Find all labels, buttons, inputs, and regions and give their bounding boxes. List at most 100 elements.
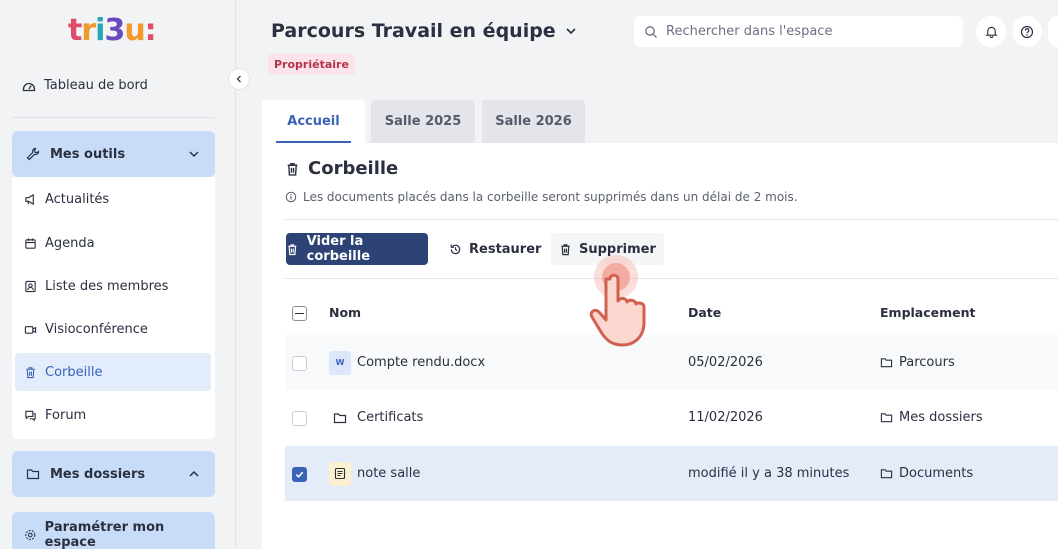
chevron-down-icon bbox=[566, 28, 576, 35]
notifications-button[interactable] bbox=[976, 16, 1006, 47]
folder-icon bbox=[880, 413, 893, 423]
location-name: Mes dossiers bbox=[899, 410, 983, 425]
table-row[interactable]: W Compte rendu.docx 05/02/2026 Parcours bbox=[285, 335, 1058, 390]
sidebar-item-label: Corbeille bbox=[45, 364, 103, 380]
search-icon bbox=[645, 25, 657, 38]
tribu-logo[interactable]: tri3u: bbox=[68, 16, 157, 46]
date-cell: 05/02/2026 bbox=[688, 355, 763, 370]
sidebar-item-video[interactable]: Visioconférence bbox=[12, 310, 215, 348]
location-name: Parcours bbox=[899, 355, 955, 370]
word-file-icon: W bbox=[329, 350, 351, 375]
file-name-cell: Certificats bbox=[329, 390, 423, 445]
search-box[interactable] bbox=[634, 16, 963, 47]
column-header-location[interactable]: Emplacement bbox=[880, 305, 976, 320]
sidebar-section-tools[interactable]: Mes outils bbox=[12, 131, 215, 177]
tab-room-2025[interactable]: Salle 2025 bbox=[371, 100, 475, 143]
folder-icon bbox=[26, 469, 40, 480]
sidebar-item-label: Visioconférence bbox=[45, 321, 148, 337]
column-header-name[interactable]: Nom bbox=[329, 305, 361, 320]
column-header-date[interactable]: Date bbox=[688, 305, 721, 320]
tab-home[interactable]: Accueil bbox=[262, 100, 365, 143]
sidebar-item-news[interactable]: Actualités bbox=[12, 180, 215, 218]
sidebar-divider bbox=[12, 117, 214, 118]
sidebar-item-label: Agenda bbox=[45, 235, 95, 251]
trash-title: Corbeille bbox=[285, 158, 398, 179]
sidebar: tri3u: Tableau de bord Mes outils Actual… bbox=[0, 0, 236, 549]
help-icon bbox=[1020, 25, 1034, 38]
members-icon bbox=[25, 280, 36, 292]
trash-icon bbox=[288, 243, 297, 255]
location-cell: Documents bbox=[880, 446, 973, 501]
sidebar-section-label: Mes outils bbox=[50, 146, 126, 162]
divider bbox=[285, 278, 1058, 279]
space-title: Parcours Travail en équipe bbox=[271, 20, 556, 42]
file-name-cell: note salle bbox=[329, 446, 420, 501]
megaphone-icon bbox=[25, 193, 34, 205]
row-checkbox[interactable] bbox=[292, 356, 307, 371]
file-name: Certificats bbox=[357, 410, 424, 425]
check-icon bbox=[295, 471, 304, 478]
row-checkbox[interactable] bbox=[292, 467, 307, 482]
sidebar-section-label: Mes dossiers bbox=[50, 466, 146, 482]
sidebar-item-label: Liste des membres bbox=[45, 278, 169, 294]
folder-icon bbox=[329, 406, 351, 430]
hand-cursor-icon bbox=[589, 255, 646, 347]
user-menu-button[interactable] bbox=[1048, 16, 1058, 47]
role-badge: Propriétaire bbox=[268, 54, 355, 75]
indeterminate-mark bbox=[295, 312, 304, 315]
file-type-label: W bbox=[335, 358, 345, 367]
location-cell: Mes dossiers bbox=[880, 390, 983, 445]
sidebar-item-members[interactable]: Liste des membres bbox=[12, 267, 215, 305]
video-icon bbox=[24, 325, 37, 334]
trash-icon bbox=[287, 162, 298, 176]
trash-icon bbox=[26, 366, 35, 378]
date-cell: modifié il y a 38 minutes bbox=[688, 466, 850, 481]
location-name: Documents bbox=[899, 466, 974, 481]
sidebar-item-label: Tableau de bord bbox=[44, 78, 148, 93]
table-row[interactable]: Certificats 11/02/2026 Mes dossiers bbox=[285, 390, 1058, 445]
trash-info: Les documents placés dans la corbeille s… bbox=[285, 190, 798, 204]
sidebar-item-label: Forum bbox=[45, 407, 87, 423]
restore-button[interactable]: Restaurer bbox=[441, 233, 549, 265]
help-button[interactable] bbox=[1012, 16, 1042, 47]
trash-info-text: Les documents placés dans la corbeille s… bbox=[303, 190, 798, 204]
chevron-left-icon bbox=[236, 75, 241, 83]
file-name-cell: W Compte rendu.docx bbox=[329, 335, 485, 390]
trash-title-text: Corbeille bbox=[308, 158, 399, 179]
sidebar-item-trash[interactable]: Corbeille bbox=[15, 353, 211, 391]
restore-label: Restaurer bbox=[469, 241, 542, 257]
search-input[interactable] bbox=[666, 24, 946, 39]
restore-icon bbox=[450, 244, 461, 254]
tab-room-2026[interactable]: Salle 2026 bbox=[482, 100, 585, 143]
sidebar-settings-label: Paramétrer mon espace bbox=[44, 520, 165, 549]
select-all-checkbox[interactable] bbox=[292, 306, 307, 321]
chevron-down-icon[interactable] bbox=[187, 147, 201, 161]
page-title[interactable]: Parcours Travail en équipe bbox=[271, 20, 578, 42]
empty-trash-button[interactable]: Vider la corbeille bbox=[286, 233, 428, 265]
info-icon bbox=[285, 191, 297, 203]
chevron-up-icon[interactable] bbox=[187, 467, 201, 481]
gear-icon bbox=[25, 529, 36, 541]
tools-list: Actualités Agenda Liste des membres Visi… bbox=[12, 177, 215, 439]
sidebar-section-folders[interactable]: Mes dossiers bbox=[12, 451, 215, 497]
forum-icon bbox=[25, 410, 36, 421]
sidebar-item-label: Actualités bbox=[45, 191, 110, 207]
calendar-icon bbox=[25, 237, 36, 249]
row-checkbox[interactable] bbox=[292, 411, 307, 426]
collapse-sidebar-button[interactable] bbox=[228, 68, 250, 90]
trash-icon bbox=[561, 243, 570, 255]
date-cell: 11/02/2026 bbox=[688, 410, 763, 425]
sidebar-item-dashboard[interactable]: Tableau de bord bbox=[22, 78, 148, 93]
dashboard-icon bbox=[22, 82, 36, 91]
file-name: Compte rendu.docx bbox=[357, 355, 486, 370]
folder-icon bbox=[880, 358, 893, 368]
empty-trash-label: Vider la corbeille bbox=[306, 234, 371, 264]
wrench-icon bbox=[26, 147, 40, 161]
folder-icon bbox=[880, 469, 893, 479]
bell-icon bbox=[985, 26, 997, 38]
table-row[interactable]: note salle modifié il y a 38 minutes Doc… bbox=[285, 446, 1058, 501]
sidebar-settings-button[interactable]: Paramétrer mon espace bbox=[12, 512, 215, 549]
sidebar-item-agenda[interactable]: Agenda bbox=[12, 224, 215, 262]
sidebar-item-forum[interactable]: Forum bbox=[12, 396, 215, 434]
location-cell: Parcours bbox=[880, 335, 955, 390]
